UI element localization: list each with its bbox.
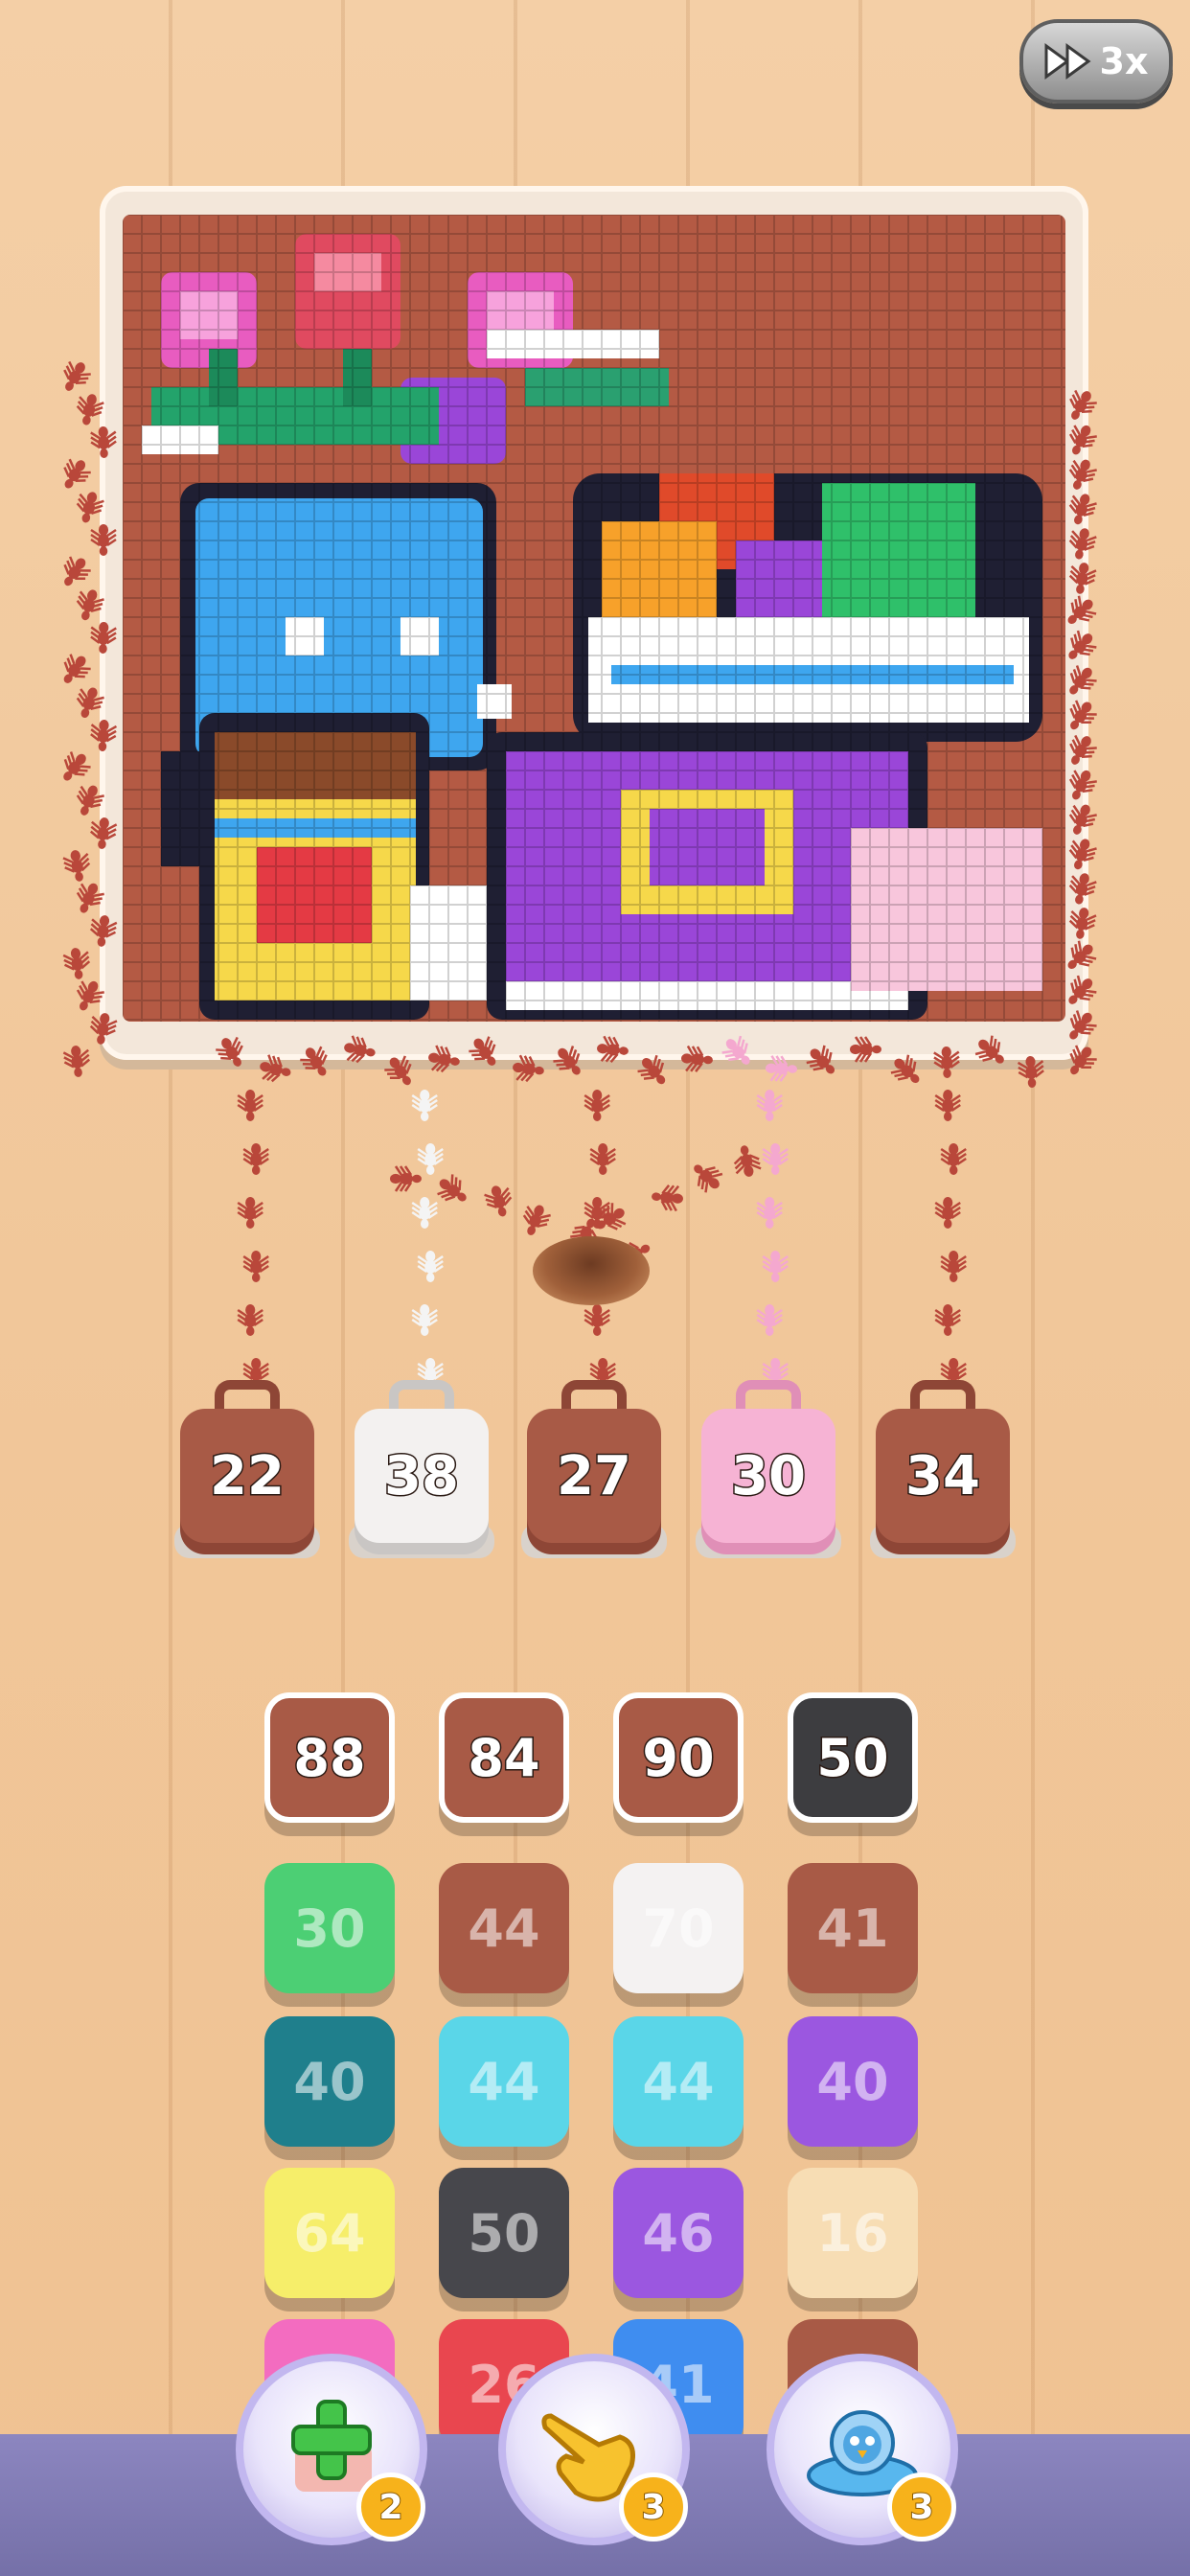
ant: [437, 1174, 467, 1202]
ant: [756, 1090, 783, 1121]
jar-count: 30: [701, 1409, 835, 1543]
ant: [62, 850, 91, 882]
booster-count-badge: 3: [619, 2472, 688, 2542]
tile-value: 16: [816, 2202, 889, 2264]
ant: [1017, 1056, 1044, 1088]
color-tile: 44: [613, 2016, 744, 2147]
color-tile[interactable]: 90: [613, 1692, 744, 1823]
tile-value: 44: [468, 2051, 540, 2112]
tile-value: 84: [467, 1726, 541, 1789]
pixel-art-canvas: [123, 215, 1065, 1022]
ant: [63, 556, 91, 586]
speed-label: 3x: [1099, 40, 1149, 82]
tile-value: 30: [293, 1898, 366, 1959]
color-tile: 30: [264, 1863, 395, 1993]
ant: [242, 1143, 269, 1175]
tap-hand-booster-button[interactable]: 3: [498, 2354, 690, 2545]
color-tile: 41: [788, 1863, 918, 1993]
color-tile: 40: [788, 2016, 918, 2147]
ant-jar: 27: [521, 1380, 667, 1564]
ant: [390, 1165, 422, 1192]
ant: [237, 1090, 263, 1121]
ant: [596, 1203, 627, 1230]
jar-count: 27: [527, 1409, 661, 1543]
ant: [934, 1304, 961, 1336]
ant: [694, 1164, 723, 1193]
fast-forward-icon: [1044, 43, 1091, 80]
ant-jar: 38: [349, 1380, 494, 1564]
ant: [940, 1143, 967, 1175]
color-tile: 44: [439, 2016, 569, 2147]
pixel-art-board: [100, 186, 1088, 1060]
ant: [756, 1304, 783, 1336]
ant: [411, 1304, 438, 1336]
booster-count-badge: 2: [356, 2472, 425, 2542]
tile-value: 46: [642, 2202, 715, 2264]
ant: [584, 1090, 610, 1121]
ant: [411, 1197, 438, 1229]
ant: [756, 1197, 783, 1229]
ant: [934, 1197, 961, 1229]
color-tile: 44: [439, 1863, 569, 1993]
tile-value: 70: [642, 1898, 715, 1959]
color-tile[interactable]: 88: [264, 1692, 395, 1823]
ufo-booster-button[interactable]: 3: [767, 2354, 958, 2545]
ant: [62, 1046, 91, 1077]
tile-value: 40: [816, 2051, 889, 2112]
ant: [237, 1304, 263, 1336]
tile-value: 40: [293, 2051, 366, 2112]
ant: [762, 1143, 789, 1175]
ant-jar: 34: [870, 1380, 1016, 1564]
tile-value: 44: [468, 1898, 540, 1959]
ant: [584, 1304, 610, 1336]
ant: [934, 1090, 961, 1121]
ant: [63, 360, 91, 391]
color-tile[interactable]: 50: [788, 1692, 918, 1823]
ant: [237, 1197, 263, 1229]
booster-count-badge: 3: [887, 2472, 956, 2542]
tile-value: 64: [293, 2202, 366, 2264]
ant: [63, 654, 91, 683]
tile-value: 50: [815, 1726, 890, 1789]
tile-value: 90: [641, 1726, 716, 1789]
color-tile: 40: [264, 2016, 395, 2147]
ant: [417, 1251, 444, 1282]
ant: [589, 1143, 616, 1175]
ant: [411, 1090, 438, 1121]
color-tile: 46: [613, 2168, 744, 2298]
ant: [522, 1205, 551, 1235]
ant: [652, 1184, 683, 1212]
color-tile: 16: [788, 2168, 918, 2298]
jar-count: 38: [355, 1409, 489, 1543]
ant: [62, 948, 91, 979]
ant-jar: 30: [696, 1380, 841, 1564]
ant: [63, 458, 91, 489]
tile-value: 41: [816, 1898, 889, 1959]
add-tile-booster-button[interactable]: 2: [236, 2354, 427, 2545]
color-tile: 70: [613, 1863, 744, 1993]
ant: [63, 751, 91, 781]
color-tile[interactable]: 84: [439, 1692, 569, 1823]
ant: [484, 1185, 513, 1217]
tile-value: 44: [642, 2051, 715, 2112]
color-tile: 50: [439, 2168, 569, 2298]
ant: [762, 1251, 789, 1282]
ant: [733, 1145, 762, 1177]
ant: [417, 1143, 444, 1175]
ant: [242, 1251, 269, 1282]
jar-count: 34: [876, 1409, 1010, 1543]
anthill-hole: [533, 1236, 650, 1305]
ant: [940, 1251, 967, 1282]
ant: [584, 1197, 610, 1229]
ant-jar: 22: [174, 1380, 320, 1564]
jar-count: 22: [180, 1409, 314, 1543]
tile-value: 88: [292, 1726, 367, 1789]
color-tile: 64: [264, 2168, 395, 2298]
speed-toggle-button[interactable]: 3x: [1019, 19, 1173, 104]
tile-value: 50: [468, 2202, 540, 2264]
